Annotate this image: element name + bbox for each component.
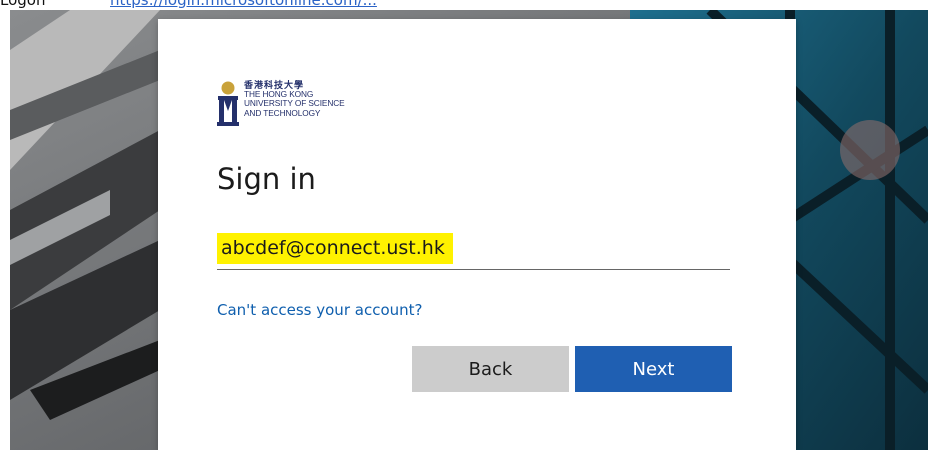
email-value[interactable]: abcdef@connect.ust.hk (217, 233, 453, 264)
page-title: Sign in (217, 162, 316, 196)
back-button[interactable]: Back (412, 346, 569, 392)
page-caption: Logon (0, 0, 46, 9)
caption-link[interactable]: https://login.microsoftonline.com/... (110, 0, 377, 9)
hkust-emblem-icon (217, 81, 239, 126)
logo-english-line: AND TECHNOLOGY (244, 107, 321, 118)
email-field[interactable]: abcdef@connect.ust.hk (217, 229, 730, 270)
cant-access-account-link[interactable]: Can't access your account? (217, 301, 422, 319)
sign-in-card: 香港科技大學 THE HONG KONG UNIVERSITY OF SCIEN… (158, 19, 796, 450)
top-caption-strip: Logon https://login.microsoftonline.com/… (0, 0, 928, 10)
next-button[interactable]: Next (575, 346, 732, 392)
hkust-logo-text: 香港科技大學 THE HONG KONG UNIVERSITY OF SCIEN… (244, 80, 345, 118)
hkust-logo: 香港科技大學 THE HONG KONG UNIVERSITY OF SCIEN… (217, 80, 397, 141)
